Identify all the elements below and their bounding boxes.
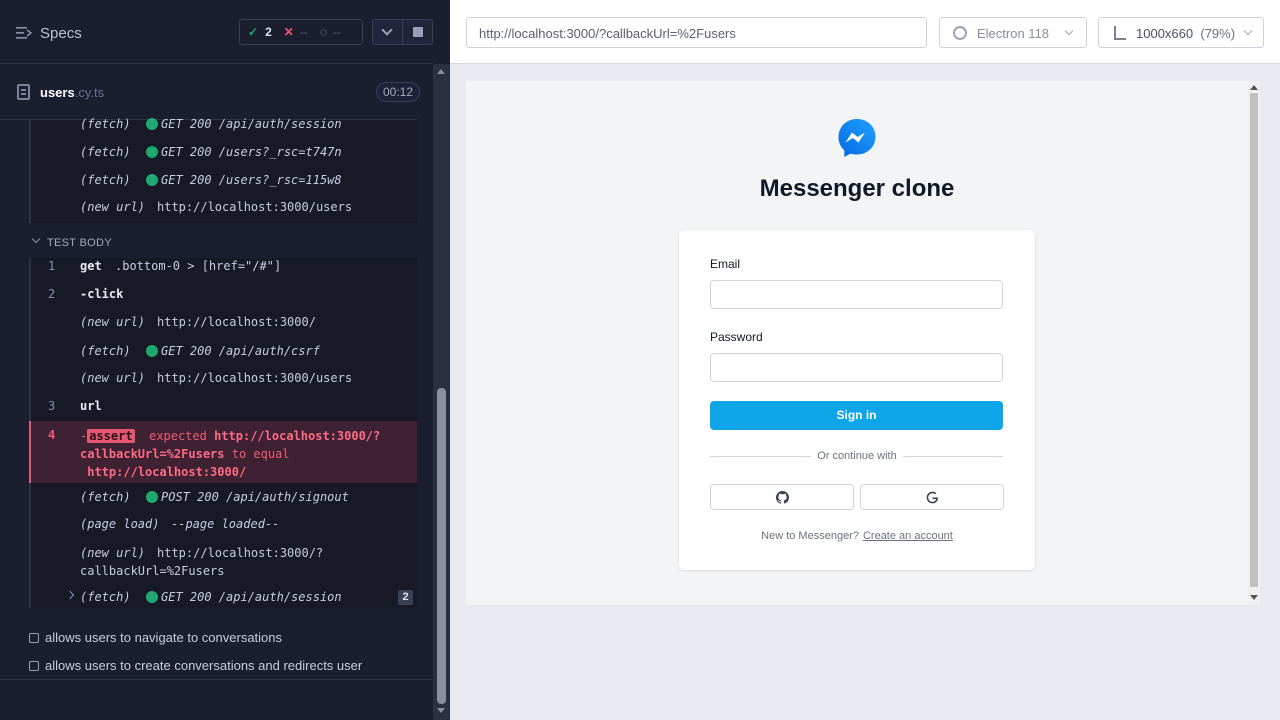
messenger-logo-icon [838,119,876,157]
spec-file-name[interactable]: users.cy.ts [40,85,104,100]
chevron-right-icon[interactable] [65,590,75,600]
app-scrollbar[interactable] [1248,81,1260,605]
passed-stat: ✓ 2 [248,25,272,39]
specs-label[interactable]: Specs [40,25,82,42]
signup-prompt: New to Messenger? Create an account [761,530,953,542]
pending-count: -- [332,25,341,39]
spec-header: users.cy.ts 00:12 [0,65,421,120]
reporter-scrollbar[interactable] [433,64,450,720]
file-icon [17,84,30,100]
request-count-badge: 2 [398,590,413,605]
email-field[interactable] [710,280,1003,309]
google-login-button[interactable] [860,484,1004,510]
command-log: (fetch) GET 200 /api/auth/session (fetch… [0,117,417,608]
ruler-icon [1114,26,1126,40]
status-dot-icon [146,491,158,503]
electron-icon [953,26,967,40]
assert-error-message: - assert expected http://localhost:3000/?… [80,429,381,479]
status-dot-icon [146,118,158,130]
pending-circle-icon: ◌ [319,25,327,39]
app-title: Messenger clone [759,175,955,202]
stop-button[interactable] [402,19,433,45]
aut-toolbar: http://localhost:3000/?callbackUrl=%2Fus… [450,0,1280,64]
chevron-down-icon [31,234,41,244]
test-body-block: 1 get .bottom-0 > [href="/#"] 2 -click (… [29,258,417,421]
status-dot-icon [146,146,158,158]
failed-count: -- [299,25,308,39]
test-body-section[interactable]: TEST BODY [29,224,417,258]
check-icon: ✓ [248,25,259,39]
status-dot-icon [146,174,158,186]
x-icon: ✕ [283,25,294,39]
status-dot-icon [146,591,158,603]
test-item[interactable]: allows users to navigate to conversation… [29,630,282,645]
login-card: Email Password Sign in Or continue with … [679,230,1035,570]
reporter-topbar: Specs ✓ 2 ✕ -- ◌ -- [0,0,433,64]
browser-selector[interactable]: Electron 118 [939,17,1087,48]
password-field[interactable] [710,353,1003,382]
password-label: Password [710,330,763,344]
chevron-down-icon [1064,26,1074,36]
test-item[interactable]: allows users to create conversations and… [29,658,362,673]
failed-stat: ✕ -- [284,25,308,39]
collapse-all-button[interactable] [372,19,403,45]
sign-in-button[interactable]: Sign in [710,401,1003,430]
after-assert-block: (fetch) POST 200 /api/auth/signout (page… [29,483,417,608]
failed-assert-row[interactable]: 4 - assert expected http://localhost:3000… [29,421,417,483]
scrollbar-thumb[interactable] [1250,93,1258,587]
hooks-block: (fetch) GET 200 /api/auth/session (fetch… [29,117,417,223]
or-continue-text: Or continue with [679,450,1035,462]
create-account-link[interactable]: Create an account [863,530,953,542]
stats-bar: ✓ 2 ✕ -- ◌ -- [239,19,363,45]
specs-list-icon[interactable] [16,26,32,40]
passed-count: 2 [265,25,272,39]
email-label: Email [710,257,741,271]
stop-icon [413,27,423,37]
scroll-up-icon[interactable] [1250,85,1258,90]
google-icon [926,491,938,504]
status-dot-icon [146,345,158,357]
test-status-icon [29,633,39,643]
url-bar[interactable]: http://localhost:3000/?callbackUrl=%2Fus… [466,17,927,48]
scroll-up-icon[interactable] [437,69,445,74]
reporter-panel: Specs ✓ 2 ✕ -- ◌ -- users.cy.ts 00:12 (f… [0,0,433,720]
scroll-down-icon[interactable] [437,708,445,713]
scrollbar-gap [433,0,450,64]
github-login-button[interactable] [710,484,854,510]
viewport-selector[interactable]: 1000x660 (79%) [1098,17,1264,48]
pending-stat: ◌ -- [320,25,341,39]
spec-duration: 00:12 [376,82,421,102]
scrollbar-thumb[interactable] [437,388,446,704]
chevron-down-icon [381,24,393,36]
github-icon [776,491,789,504]
divider [0,679,433,680]
chevron-down-icon [1243,26,1253,36]
aut-panel: http://localhost:3000/?callbackUrl=%2Fus… [450,0,1280,720]
test-status-icon [29,661,39,671]
scroll-down-icon[interactable] [1250,595,1258,600]
app-iframe: Messenger clone Email Password Sign in O… [466,81,1260,605]
assert-badge: assert [87,429,135,443]
